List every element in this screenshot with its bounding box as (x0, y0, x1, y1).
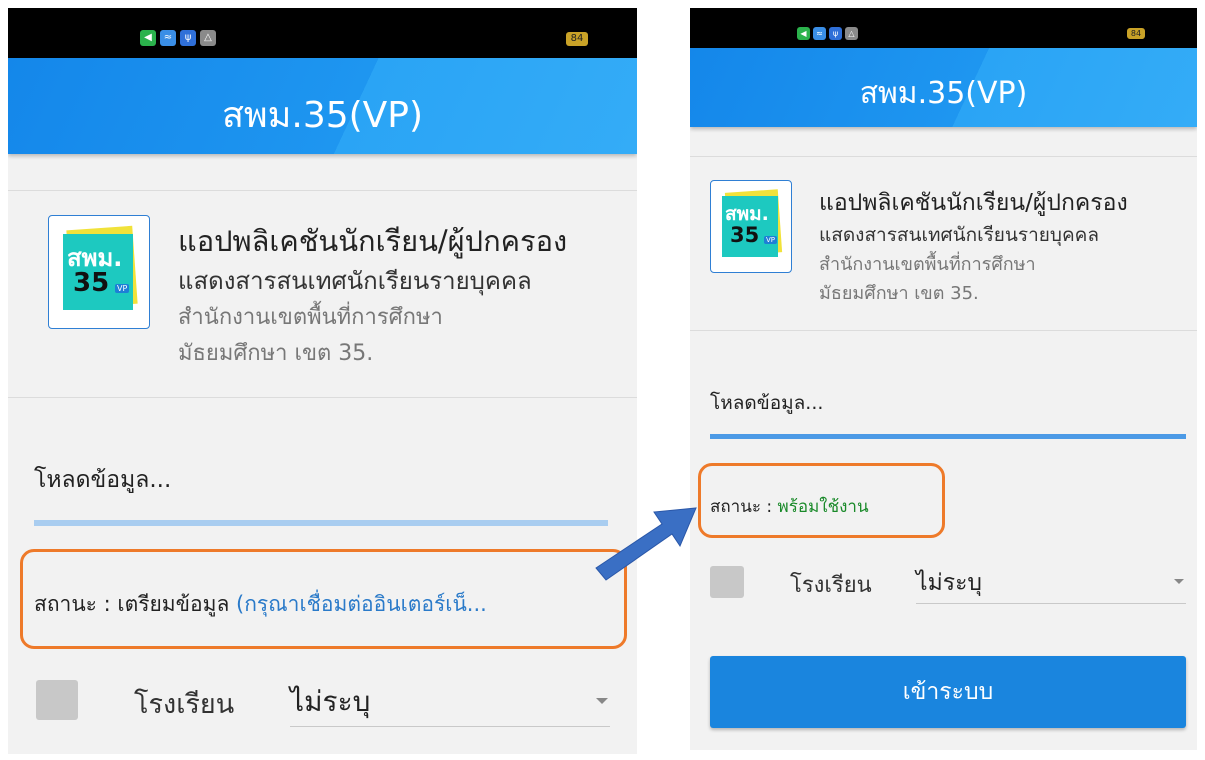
school-label: โรงเรียน (134, 689, 235, 720)
app-logo: สพม. 35 VP (48, 215, 150, 329)
app-info: แอปพลิเคชันนักเรียน/ผู้ปกครอง แสดงสารสนเ… (178, 220, 567, 372)
divider (8, 397, 637, 398)
office-line-1: สำนักงานเขตพื้นที่การศึกษา (819, 254, 1036, 275)
school-dropdown-value: ไม่ระบุ (916, 570, 983, 596)
status-highlight-before (20, 549, 627, 649)
gallery-icon: ≈ (160, 30, 176, 46)
app-bar: สพม.35(VP) (8, 58, 637, 154)
screenshot-after: ◀ ≈ ψ △ 84 สพม.35(VP) สพม. 35 VP แอปพลิเ… (690, 8, 1197, 750)
logo-text-35: 35 (73, 268, 110, 298)
notification-icons: ◀ ≈ ψ △ (797, 27, 858, 40)
usb-icon: ψ (180, 30, 196, 46)
login-button[interactable]: เข้าระบบ (710, 656, 1186, 728)
divider (690, 156, 1197, 157)
app-bar: สพม.35(VP) (690, 48, 1197, 127)
battery-indicator: 84 (566, 32, 588, 46)
notification-icons: ◀ ≈ ψ △ (140, 30, 216, 46)
app-name: แอปพลิเคชันนักเรียน/ผู้ปกครอง (819, 190, 1128, 216)
school-dropdown-value: ไม่ระบุ (290, 685, 371, 718)
recycle-icon: △ (845, 27, 858, 40)
progress-bar (710, 434, 1186, 439)
logo-text-vp: VP (764, 236, 778, 244)
transition-arrow-icon (595, 507, 697, 581)
app-description: แสดงสารสนเทศนักเรียนรายบุคคล (819, 224, 1100, 246)
status-bar: ◀ ≈ ψ △ 84 (8, 8, 637, 58)
dropdown-caret-icon (1174, 579, 1184, 584)
school-checkbox[interactable] (36, 680, 78, 720)
app-name: แอปพลิเคชันนักเรียน/ผู้ปกครอง (178, 224, 568, 258)
school-dropdown[interactable]: ไม่ระบุ (916, 561, 1186, 604)
navigation-icon: ◀ (797, 27, 810, 40)
office-line-1: สำนักงานเขตพื้นที่การศึกษา (178, 305, 443, 330)
divider (690, 330, 1197, 331)
progress-bar (34, 520, 608, 526)
office-line-2: มัธยมศึกษา เขต 35. (819, 283, 979, 304)
app-logo: สพม. 35 VP (710, 180, 792, 273)
dropdown-caret-icon (596, 698, 608, 704)
school-dropdown[interactable]: ไม่ระบุ (290, 676, 610, 727)
recycle-icon: △ (200, 30, 216, 46)
loading-text: โหลดข้อมูล... (710, 392, 824, 414)
logo-text-vp: VP (115, 284, 130, 293)
navigation-icon: ◀ (140, 30, 156, 46)
school-label: โรงเรียน (790, 573, 872, 598)
status-bar: ◀ ≈ ψ △ 84 (690, 8, 1197, 48)
app-title: สพม.35(VP) (859, 76, 1028, 111)
office-line-2: มัธยมศึกษา เขต 35. (178, 341, 374, 366)
usb-icon: ψ (829, 27, 842, 40)
app-info: แอปพลิเคชันนักเรียน/ผู้ปกครอง แสดงสารสนเ… (819, 186, 1128, 308)
status-highlight-after (698, 463, 945, 538)
app-title: สพม.35(VP) (221, 95, 424, 136)
divider (8, 190, 637, 191)
loading-text: โหลดข้อมูล... (34, 467, 172, 493)
app-description: แสดงสารสนเทศนักเรียนรายบุคคล (178, 267, 532, 295)
battery-indicator: 84 (1127, 28, 1145, 39)
logo-text-35: 35 (730, 223, 760, 247)
gallery-icon: ≈ (813, 27, 826, 40)
school-checkbox[interactable] (710, 566, 744, 598)
